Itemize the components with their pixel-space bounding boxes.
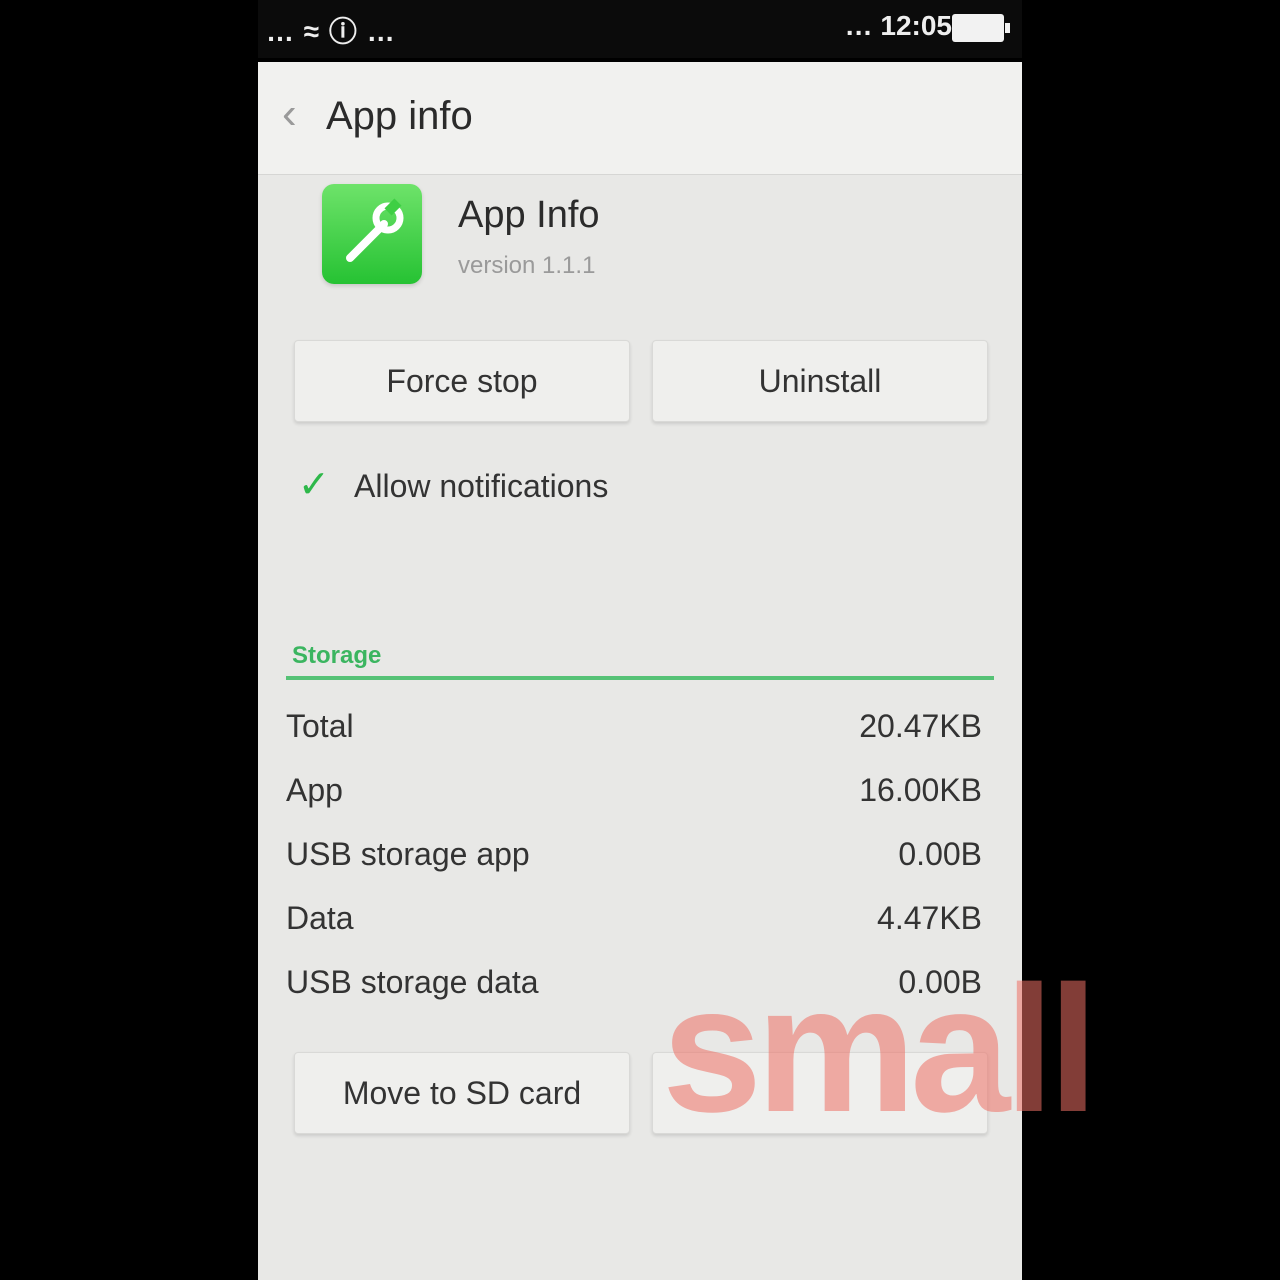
uninstall-button[interactable]: Uninstall bbox=[652, 340, 988, 422]
storage-row-value: 16.00KB bbox=[859, 772, 982, 808]
storage-row-value: 4.47KB bbox=[877, 900, 982, 936]
status-left-icons: … ≈ ⓘ … bbox=[266, 16, 396, 47]
status-bar: … ≈ ⓘ … … 12:05 bbox=[258, 0, 1022, 58]
move-to-sd-card-button[interactable]: Move to SD card bbox=[294, 1052, 630, 1134]
app-bar: ‹ App info bbox=[258, 62, 1022, 175]
storage-row-label: Total bbox=[286, 708, 354, 744]
storage-row-total: Total 20.47KB bbox=[286, 702, 982, 752]
storage-section-title: Storage bbox=[292, 642, 382, 669]
storage-row-value: 0.00B bbox=[898, 836, 982, 872]
app-version: version 1.1.1 bbox=[458, 252, 596, 279]
battery-icon bbox=[952, 14, 1010, 42]
section-divider bbox=[286, 676, 994, 680]
wrench-app-icon bbox=[322, 184, 422, 284]
allow-notifications-label: Allow notifications bbox=[354, 468, 609, 504]
storage-row-label: USB storage data bbox=[286, 964, 539, 1000]
page-title: App info bbox=[326, 94, 473, 138]
storage-row-app: App 16.00KB bbox=[286, 766, 982, 816]
storage-row-usb-app: USB storage app 0.00B bbox=[286, 830, 982, 880]
storage-row-label: App bbox=[286, 772, 343, 808]
app-name: App Info bbox=[458, 194, 600, 236]
checkmark-icon: ✓ bbox=[298, 464, 330, 506]
storage-row-data: Data 4.47KB bbox=[286, 894, 982, 944]
force-stop-button[interactable]: Force stop bbox=[294, 340, 630, 422]
storage-row-label: Data bbox=[286, 900, 354, 936]
storage-row-label: USB storage app bbox=[286, 836, 530, 872]
storage-row-value: 20.47KB bbox=[859, 708, 982, 744]
watermark-text: small bbox=[662, 949, 1098, 1150]
status-right-text: … 12:05 bbox=[844, 10, 952, 41]
back-arrow-icon[interactable]: ‹ bbox=[282, 92, 297, 136]
